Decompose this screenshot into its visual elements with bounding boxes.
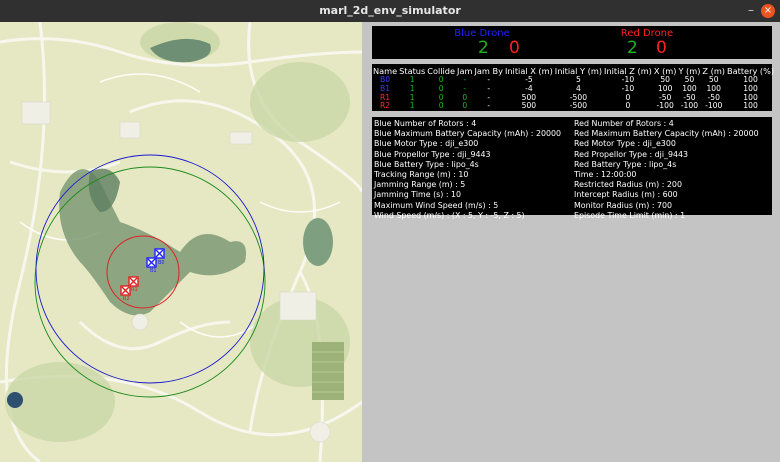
window-titlebar: marl_2d_env_simulator – × <box>0 0 780 22</box>
info-panel: Blue Drone 2 0 Red Drone 2 0 Name Status… <box>362 22 780 462</box>
parameters-panel: Blue Number of Rotors : 4 Blue Maximum Ba… <box>372 117 772 220</box>
drone-status-table: Name Status Collide Jam Jam By Initial X… <box>372 64 775 111</box>
table-cell: -100 <box>705 101 723 111</box>
close-icon[interactable]: × <box>761 4 775 18</box>
parameter-line: Red Battery Type : lipo_4s <box>574 159 677 169</box>
table-cell: 0 <box>625 101 631 111</box>
table-cell: -500 <box>569 101 588 111</box>
drone-label-B0: B0 <box>158 260 165 266</box>
parameter-line: Blue Propellor Type : dji_9443 <box>374 149 491 159</box>
table-cell: 100 <box>743 101 758 111</box>
red-alive-count: 2 <box>627 38 638 58</box>
parameter-line: Wind Speed (m/s) : (X : 5, Y : -5, Z : 5… <box>374 210 525 220</box>
drone-R1[interactable] <box>128 276 139 287</box>
table-cell: 1 <box>409 101 415 111</box>
parameter-line: Red Maximum Battery Capacity (mAh) : 200… <box>574 129 759 139</box>
parameter-line: Monitor Radius (m) : 700 <box>574 200 673 210</box>
table-cell: - <box>487 101 491 111</box>
parameter-line: Episode Time Limit (min) : 1 <box>574 210 686 220</box>
parameter-line: Blue Number of Rotors : 4 <box>374 119 477 128</box>
blue-alive-count: 2 <box>478 38 489 58</box>
table-row: R2 1 0 0-500 -500 0 -100 -100 -100 100 <box>372 102 775 111</box>
minimize-icon[interactable]: – <box>748 3 754 17</box>
blue-parameters: Blue Number of Rotors : 4 Blue Maximum Ba… <box>374 119 561 221</box>
parameter-line: Blue Battery Type : lipo_4s <box>374 159 479 169</box>
parameter-line: Time : 12:00:00 <box>574 170 637 180</box>
map-canvas: B0 B1 R1 R2 <box>0 22 362 462</box>
map-marker <box>7 392 23 408</box>
table-cell: -100 <box>656 101 674 111</box>
parameter-line: Intercept Radius (m) : 600 <box>574 190 678 200</box>
table-cell: R2 <box>380 101 391 111</box>
map-view: B0 B1 R1 R2 <box>0 22 362 462</box>
parameter-line: Restricted Radius (m) : 200 <box>574 180 682 190</box>
table-cell: 500 <box>521 101 537 111</box>
parameter-line: Tracking Range (m) : 10 <box>374 170 469 180</box>
drone-B1[interactable] <box>146 257 157 268</box>
window-title: marl_2d_env_simulator <box>319 4 461 17</box>
red-parameters: Red Number of Rotors : 4 Red Maximum Batt… <box>574 119 759 221</box>
table-cell: 0 <box>462 101 468 111</box>
parameter-line: Maximum Wind Speed (m/s) : 5 <box>374 200 499 210</box>
parameter-line: Jamming Range (m) : 5 <box>374 180 466 190</box>
drone-label-B1: B1 <box>150 268 157 274</box>
drone-B0[interactable] <box>154 248 165 259</box>
parameter-line: Blue Motor Type : dji_e300 <box>374 139 479 149</box>
table-cell: -100 <box>680 101 699 111</box>
parameter-line: Red Propellor Type : dji_9443 <box>574 149 689 159</box>
pond-east <box>303 218 333 266</box>
drone-label-R2: R2 <box>123 296 130 302</box>
drone-label-R1: R1 <box>131 287 138 293</box>
score-panel: Blue Drone 2 0 Red Drone 2 0 <box>372 26 772 59</box>
parameter-line: Jamming Time (s) : 10 <box>374 190 462 200</box>
parameter-line: Red Number of Rotors : 4 <box>574 119 674 128</box>
red-kill-count: 0 <box>656 38 667 58</box>
sports-field <box>312 342 344 400</box>
parameter-line: Blue Maximum Battery Capacity (mAh) : 20… <box>374 129 562 139</box>
red-team-label: Red Drone <box>620 28 674 39</box>
table-cell: 0 <box>438 101 444 111</box>
blue-kill-count: 0 <box>509 38 520 58</box>
drone-R2[interactable] <box>120 285 131 296</box>
parameter-line: Red Motor Type : dji_e300 <box>574 139 676 149</box>
